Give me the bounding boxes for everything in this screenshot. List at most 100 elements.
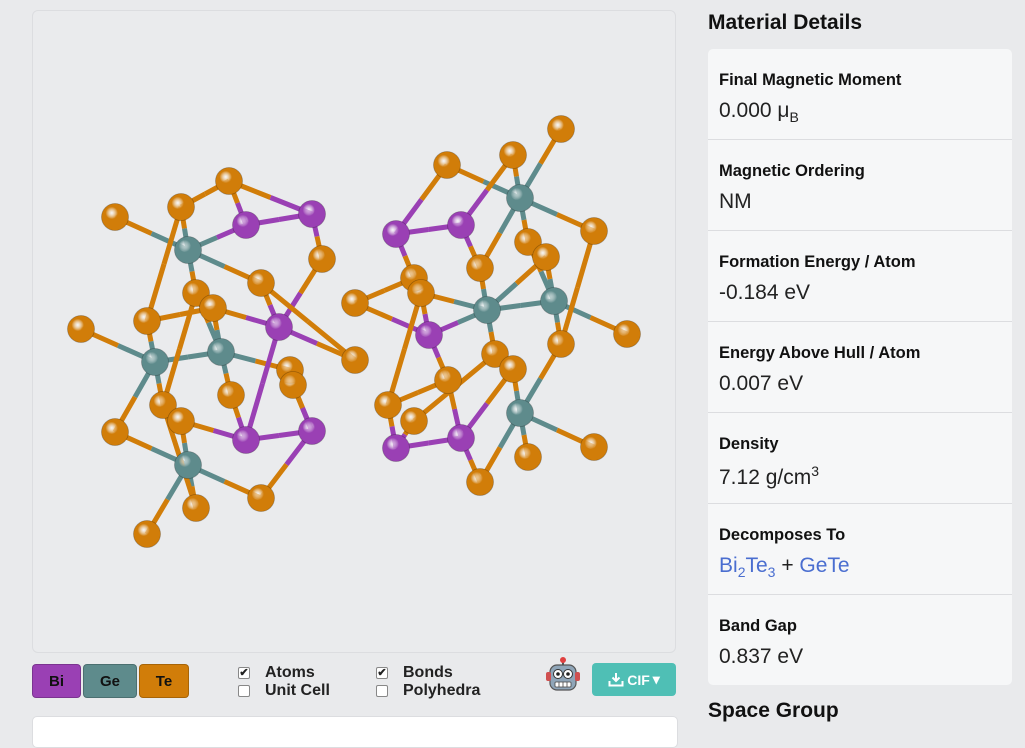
atom-te (341, 346, 369, 374)
energy-above-hull-row: Energy Above Hull / Atom 0.007 eV (708, 322, 1012, 413)
energy-above-hull-value: 0.007 eV (719, 372, 804, 395)
atom-te (247, 269, 275, 297)
chevron-down-icon: ▾ (652, 671, 660, 687)
atom-bi (298, 417, 326, 445)
atom-te (499, 141, 527, 169)
atoms-checkbox[interactable]: ✔ (238, 667, 250, 679)
magnetic-moment-unit: μ (777, 99, 790, 122)
atom-te (613, 320, 641, 348)
legend-ge-chip[interactable]: Ge (83, 664, 137, 698)
atom-te (547, 115, 575, 143)
atom-te (374, 391, 402, 419)
formation-energy-row: Formation Energy / Atom -0.184 eV (708, 231, 1012, 322)
viewer-bottom-panel (32, 716, 678, 748)
formation-energy-value: -0.184 eV (719, 281, 811, 304)
atom-bi (447, 424, 475, 452)
atom-te (580, 433, 608, 461)
download-icon (608, 673, 624, 687)
atom-ge (174, 236, 202, 264)
decomposes-to-value: Bi2Te3 + GeTe (719, 554, 1001, 580)
density-unit-sup: 3 (811, 463, 820, 479)
atom-te (199, 294, 227, 322)
formula-part: Te (745, 554, 768, 577)
plus-sign: + (781, 554, 794, 577)
atom-bi (415, 321, 443, 349)
energy-above-hull-label: Energy Above Hull / Atom (719, 344, 921, 362)
decomposes-to-label: Decomposes To (719, 526, 846, 544)
atom-te (499, 355, 527, 383)
formula-part: Bi (719, 554, 738, 577)
download-cif-label: CIF (627, 671, 650, 688)
atoms-label: Atoms (265, 664, 315, 681)
atom-ge (473, 296, 501, 324)
download-cif-button[interactable]: CIF ▾ (592, 663, 676, 696)
atom-te (215, 167, 243, 195)
unit-cell-label: Unit Cell (265, 682, 330, 699)
atom-te (466, 254, 494, 282)
density-label: Density (719, 435, 779, 453)
atom-te (182, 494, 210, 522)
material-details-title: Material Details (708, 11, 863, 34)
atom-te (101, 203, 129, 231)
atom-te (279, 371, 307, 399)
bonds-option[interactable]: ✔ Bonds (376, 664, 453, 682)
atoms-option[interactable]: ✔ Atoms (238, 664, 315, 682)
decomposition-product-gete-link[interactable]: GeTe (799, 554, 849, 577)
crystal-structure-canvas[interactable] (33, 11, 676, 653)
space-group-title: Space Group (708, 699, 839, 722)
structure-viewer[interactable] (32, 10, 676, 653)
legend-te-chip[interactable]: Te (139, 664, 189, 698)
atom-te (547, 330, 575, 358)
atom-te (341, 289, 369, 317)
material-details-card: Final Magnetic Moment 0.000 μB Magnetic … (708, 49, 1012, 685)
magnetic-ordering-row: Magnetic Ordering NM (708, 140, 1012, 231)
atom-te (407, 279, 435, 307)
magnetic-ordering-value: NM (719, 190, 752, 213)
atom-ge (506, 184, 534, 212)
atom-bi (265, 313, 293, 341)
band-gap-value: 0.837 eV (719, 645, 804, 668)
atom-te (514, 443, 542, 471)
magnetic-moment-row: Final Magnetic Moment 0.000 μB (708, 49, 1012, 140)
atom-te (580, 217, 608, 245)
atom-te (466, 468, 494, 496)
atom-bi (382, 220, 410, 248)
atom-bi (298, 200, 326, 228)
bonds-checkbox[interactable]: ✔ (376, 667, 388, 679)
decomposition-product-bi2te3-link[interactable]: Bi2Te3 (719, 554, 776, 581)
robot-icon[interactable] (544, 657, 582, 697)
atom-te (247, 484, 275, 512)
atom-bi (382, 434, 410, 462)
atom-bi (232, 426, 260, 454)
atom-ge (174, 451, 202, 479)
atom-te (400, 407, 428, 435)
formula-subscript: 3 (767, 564, 776, 581)
unit-cell-option[interactable]: Unit Cell (238, 682, 330, 700)
atom-ge (506, 399, 534, 427)
atom-ge (207, 338, 235, 366)
unit-cell-checkbox[interactable] (238, 685, 250, 697)
atom-bi (232, 211, 260, 239)
magnetic-ordering-label: Magnetic Ordering (719, 162, 865, 180)
magnetic-moment-label: Final Magnetic Moment (719, 71, 902, 89)
legend-bi-chip[interactable]: Bi (32, 664, 81, 698)
polyhedra-checkbox[interactable] (376, 685, 388, 697)
density-row: Density 7.12 g/cm3 (708, 413, 1012, 504)
decomposes-to-row: Decomposes To Bi2Te3 + GeTe (708, 504, 1012, 595)
band-gap-label: Band Gap (719, 617, 797, 635)
atom-te (167, 193, 195, 221)
atom-te (217, 381, 245, 409)
atom-ge (540, 287, 568, 315)
polyhedra-label: Polyhedra (403, 682, 481, 699)
bonds-label: Bonds (403, 664, 453, 681)
atom-te (133, 520, 161, 548)
atom-te (434, 366, 462, 394)
atom-te (532, 243, 560, 271)
polyhedra-option[interactable]: Polyhedra (376, 682, 480, 700)
atom-te (308, 245, 336, 273)
magnetic-moment-unit-sub: B (789, 109, 799, 126)
viewer-controls: Bi Ge Te ✔ Atoms Unit Cell ✔ Bonds Polyh… (32, 657, 676, 700)
atom-te (167, 407, 195, 435)
band-gap-row: Band Gap 0.837 eV (708, 595, 1012, 685)
density-value: 7.12 g/cm3 (719, 463, 1001, 490)
